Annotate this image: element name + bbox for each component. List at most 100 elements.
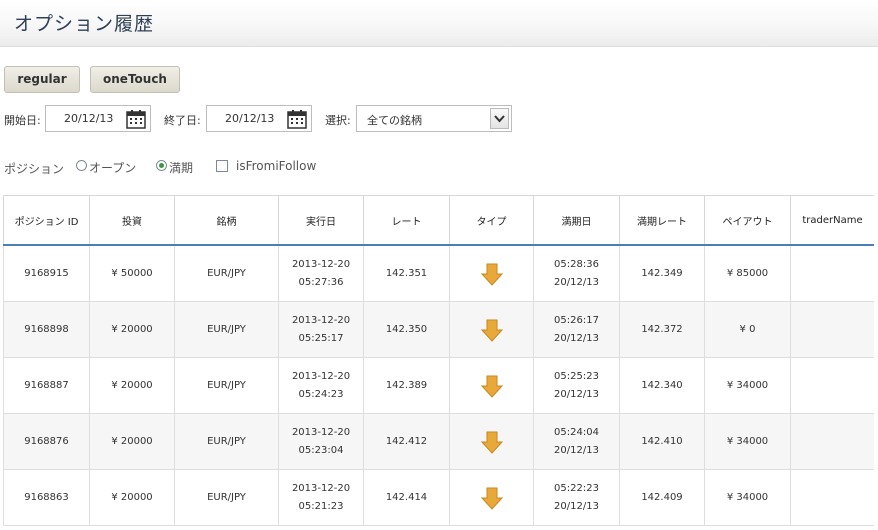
symbol-select-label: 選択: xyxy=(325,114,351,127)
expiry-date: 20/12/13 xyxy=(554,444,599,456)
start-date-value: 20/12/13 xyxy=(64,112,114,125)
cell-investment: ¥ 20000 xyxy=(89,301,175,358)
exec-time: 05:23:04 xyxy=(298,444,344,456)
cell-position-id: 9168876 xyxy=(3,413,90,470)
is-from-ifollow-checkbox[interactable] xyxy=(216,160,228,172)
onetouch-tab-button[interactable]: oneTouch xyxy=(90,66,180,93)
cell-symbol: EUR/JPY xyxy=(174,469,279,526)
header-exec-date[interactable]: 実行日 xyxy=(278,195,364,246)
cell-position-id: 9168863 xyxy=(3,469,90,526)
open-radio-label[interactable]: オープン xyxy=(89,159,136,176)
symbol-select[interactable]: 全ての銘柄 xyxy=(356,105,512,132)
cell-type xyxy=(449,357,534,414)
history-table: ポジション ID 投資 銘柄 実行日 レート タイプ 満期日 満期レート ペイア… xyxy=(3,195,874,526)
cell-rate: 142.350 xyxy=(363,301,450,358)
expired-radio[interactable] xyxy=(156,160,167,171)
table-row: 9168863 ¥ 20000 EUR/JPY 2013-12-20 05:21:… xyxy=(3,469,874,526)
cell-payout: ¥ 34000 xyxy=(704,357,791,414)
cell-payout: ¥ 0 xyxy=(704,301,791,358)
start-date-field[interactable]: 20/12/13 xyxy=(45,105,151,132)
down-arrow-icon xyxy=(480,431,503,454)
expiry-time: 05:26:17 xyxy=(554,314,599,326)
expired-radio-label[interactable]: 満期 xyxy=(169,159,193,176)
exec-date: 2013-12-20 xyxy=(291,258,351,270)
start-date-label: 開始日: xyxy=(4,114,41,127)
exec-date: 2013-12-20 xyxy=(291,426,351,438)
cell-symbol: EUR/JPY xyxy=(174,301,279,358)
cell-expiry-date: 05:24:04 20/12/13 xyxy=(533,413,620,470)
header-type[interactable]: タイプ xyxy=(449,195,534,246)
cell-symbol: EUR/JPY xyxy=(174,413,279,470)
calendar-icon[interactable] xyxy=(126,109,146,129)
header-payout[interactable]: ペイアウト xyxy=(704,195,791,246)
regular-tab-button[interactable]: regular xyxy=(4,66,80,93)
cell-investment: ¥ 20000 xyxy=(89,357,175,414)
cell-trader-name xyxy=(790,413,874,470)
cell-payout: ¥ 85000 xyxy=(704,244,791,302)
down-arrow-icon xyxy=(480,319,503,342)
exec-date: 2013-12-20 xyxy=(291,314,351,326)
down-arrow-icon xyxy=(480,263,503,286)
cell-exec-date: 2013-12-20 05:21:23 xyxy=(278,469,364,526)
history-table-container: ポジション ID 投資 銘柄 実行日 レート タイプ 満期日 満期レート ペイア… xyxy=(3,195,874,530)
cell-expiry-date: 05:28:36 20/12/13 xyxy=(533,244,620,302)
cell-type xyxy=(449,301,534,358)
cell-exec-date: 2013-12-20 05:25:17 xyxy=(278,301,364,358)
is-from-ifollow-label[interactable]: isFromiFollow xyxy=(236,159,316,173)
end-date-label: 終了日: xyxy=(164,114,201,127)
header-investment[interactable]: 投資 xyxy=(89,195,175,246)
exec-time: 05:21:23 xyxy=(298,500,344,512)
cell-symbol: EUR/JPY xyxy=(174,357,279,414)
expiry-date: 20/12/13 xyxy=(554,276,599,288)
table-row: 9168876 ¥ 20000 EUR/JPY 2013-12-20 05:23:… xyxy=(3,413,874,470)
expiry-date: 20/12/13 xyxy=(554,500,599,512)
cell-position-id: 9168915 xyxy=(3,244,90,302)
down-arrow-icon xyxy=(480,487,503,510)
chevron-down-icon xyxy=(494,115,505,123)
down-arrow-icon xyxy=(480,375,503,398)
cell-expiry-rate: 142.410 xyxy=(619,413,705,470)
cell-investment: ¥ 50000 xyxy=(89,244,175,302)
cell-expiry-date: 05:22:23 20/12/13 xyxy=(533,469,620,526)
cell-exec-date: 2013-12-20 05:23:04 xyxy=(278,413,364,470)
cell-position-id: 9168887 xyxy=(3,357,90,414)
expiry-date: 20/12/13 xyxy=(554,332,599,344)
cell-investment: ¥ 20000 xyxy=(89,413,175,470)
cell-rate: 142.414 xyxy=(363,469,450,526)
cell-trader-name xyxy=(790,469,874,526)
open-radio[interactable] xyxy=(76,160,87,171)
cell-expiry-rate: 142.340 xyxy=(619,357,705,414)
cell-rate: 142.389 xyxy=(363,357,450,414)
cell-payout: ¥ 34000 xyxy=(704,413,791,470)
expiry-time: 05:25:23 xyxy=(554,370,599,382)
header-symbol[interactable]: 銘柄 xyxy=(174,195,279,246)
cell-payout: ¥ 34000 xyxy=(704,469,791,526)
cell-position-id: 9168898 xyxy=(3,301,90,358)
cell-symbol: EUR/JPY xyxy=(174,244,279,302)
cell-type xyxy=(449,469,534,526)
cell-exec-date: 2013-12-20 05:24:23 xyxy=(278,357,364,414)
end-date-field[interactable]: 20/12/13 xyxy=(206,105,312,132)
expiry-time: 05:28:36 xyxy=(554,258,599,270)
table-row: 9168898 ¥ 20000 EUR/JPY 2013-12-20 05:25:… xyxy=(3,301,874,358)
radio-selected-dot xyxy=(159,163,164,168)
header-position-id[interactable]: ポジション ID xyxy=(3,195,90,246)
header-expiry-date[interactable]: 満期日 xyxy=(533,195,620,246)
exec-time: 05:27:36 xyxy=(298,276,344,288)
cell-expiry-rate: 142.409 xyxy=(619,469,705,526)
cell-rate: 142.351 xyxy=(363,244,450,302)
cell-trader-name xyxy=(790,244,874,302)
table-row: 9168915 ¥ 50000 EUR/JPY 2013-12-20 05:27:… xyxy=(3,244,874,302)
expiry-time: 05:24:04 xyxy=(554,426,599,438)
header-trader-name[interactable]: traderName xyxy=(790,195,874,246)
header-rate[interactable]: レート xyxy=(363,195,450,246)
table-header-row: ポジション ID 投資 銘柄 実行日 レート タイプ 満期日 満期レート ペイア… xyxy=(3,195,874,246)
header-expiry-rate[interactable]: 満期レート xyxy=(619,195,705,246)
cell-expiry-date: 05:26:17 20/12/13 xyxy=(533,301,620,358)
cell-expiry-rate: 142.349 xyxy=(619,244,705,302)
select-dropdown-button[interactable] xyxy=(490,108,509,129)
calendar-icon[interactable] xyxy=(287,109,307,129)
table-row: 9168887 ¥ 20000 EUR/JPY 2013-12-20 05:24:… xyxy=(3,357,874,414)
cell-expiry-date: 05:25:23 20/12/13 xyxy=(533,357,620,414)
cell-expiry-rate: 142.372 xyxy=(619,301,705,358)
